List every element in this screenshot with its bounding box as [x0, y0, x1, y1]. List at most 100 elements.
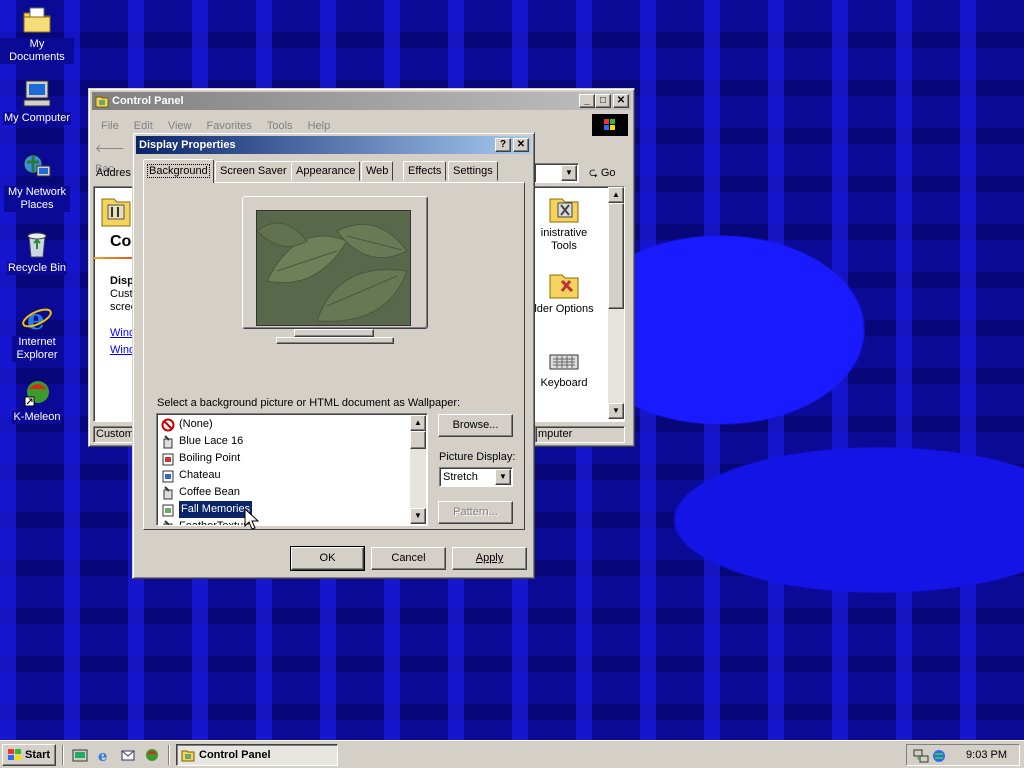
tab-appearance[interactable]: Appearance: [291, 161, 361, 181]
display-tray-icon[interactable]: [931, 748, 947, 764]
minimize-button[interactable]: _: [579, 94, 595, 108]
recycle-bin-icon: [21, 228, 53, 260]
windows-flag-icon: [7, 748, 23, 762]
clock: 9:03 PM: [966, 749, 1007, 761]
keyboard-icon: [548, 343, 580, 375]
computer-icon: [21, 78, 53, 110]
selected-wallpaper: Fall Memories: [177, 500, 254, 519]
monitor-preview: [242, 196, 428, 346]
display-properties-title: Display Properties: [139, 139, 236, 151]
display-properties-titlebar[interactable]: Display Properties ? ✕: [136, 136, 531, 154]
tasks-separator: [168, 745, 170, 765]
tab-effects[interactable]: Effects: [403, 161, 447, 181]
wallpaper-list-label: Select a background picture or HTML docu…: [157, 397, 461, 409]
desktop-icon-my-documents[interactable]: My Documents: [0, 4, 74, 64]
list-scroll-thumb[interactable]: [410, 431, 426, 449]
paint-image-icon: [161, 503, 175, 517]
heading-divider: [94, 257, 136, 259]
scroll-up-button[interactable]: ▲: [608, 187, 624, 203]
taskbar: Start e Control Panel 9:03 PM: [0, 740, 1024, 768]
help-button[interactable]: ?: [495, 138, 511, 152]
desktop-icon-k-meleon[interactable]: K-Meleon: [0, 377, 74, 424]
tab-background[interactable]: Background: [143, 159, 214, 183]
go-arrow-icon: ⮎: [589, 167, 598, 179]
k-meleon-icon: [21, 377, 53, 409]
administrative-tools-icon: [548, 193, 580, 225]
list-scroll-down-button[interactable]: ▼: [410, 508, 426, 524]
list-scrollbar[interactable]: ▲ ▼: [410, 415, 426, 524]
taskbar-control-panel-button[interactable]: Control Panel: [176, 744, 338, 766]
folder-options-item[interactable]: lder Options: [534, 269, 594, 316]
picture-display-label: Picture Display:: [439, 451, 516, 463]
pattern-button[interactable]: Pattern...: [438, 501, 513, 524]
folder-options-label: lder Options: [534, 303, 594, 315]
wallpaper-item-feathertexture[interactable]: FeatherTexture: [157, 518, 409, 525]
wallpaper-item-none[interactable]: (None): [157, 416, 409, 433]
go-button[interactable]: ⮎ Go: [589, 163, 629, 183]
cancel-button[interactable]: Cancel: [371, 547, 446, 570]
scroll-down-button[interactable]: ▼: [608, 403, 624, 419]
show-desktop-icon[interactable]: [72, 747, 88, 763]
tab-settings[interactable]: Settings: [448, 161, 498, 181]
folder-documents-icon: [21, 4, 53, 36]
wallpaper-item-chateau[interactable]: Chateau: [157, 467, 409, 484]
background-tab-page: Select a background picture or HTML docu…: [143, 182, 525, 530]
chevron-down-icon[interactable]: ▼: [495, 469, 511, 485]
maximize-button[interactable]: □: [595, 94, 611, 108]
tab-screen-saver[interactable]: Screen Saver: [215, 161, 292, 181]
paint-bucket-icon: [161, 434, 175, 449]
keyboard-label: Keyboard: [540, 377, 588, 389]
fall-memories-leaves-image: [257, 211, 410, 325]
desktop-icon-my-computer[interactable]: My Computer: [0, 78, 74, 125]
quick-launch-separator: [62, 745, 64, 765]
close-button[interactable]: ✕: [513, 138, 529, 152]
address-dropdown-button[interactable]: ▼: [561, 165, 577, 181]
keyboard-item[interactable]: Keyboard: [534, 343, 594, 390]
system-tray: 9:03 PM: [906, 744, 1020, 766]
outlook-express-icon[interactable]: [120, 747, 136, 763]
control-panel-icon: [95, 94, 109, 108]
address-input[interactable]: ▼: [534, 163, 579, 183]
wallpaper-item-blue-lace-16[interactable]: Blue Lace 16: [157, 433, 409, 450]
svg-text:e: e: [27, 303, 45, 334]
network-tray-icon[interactable]: [913, 748, 929, 764]
wallpaper-preview: [256, 210, 411, 326]
control-panel-icon: [181, 748, 195, 762]
internet-explorer-icon[interactable]: e: [96, 747, 112, 765]
tab-strip: Background Screen Saver Appearance Web E…: [143, 159, 523, 183]
scroll-thumb[interactable]: [608, 203, 624, 309]
desktop-icon-recycle-bin[interactable]: Recycle Bin: [0, 228, 74, 275]
administrative-tools-item[interactable]: inistrative Tools: [534, 193, 594, 253]
browse-button[interactable]: Browse...: [438, 414, 513, 437]
folder-options-icon: [548, 269, 580, 301]
content-scrollbar[interactable]: ▲ ▼: [608, 187, 624, 419]
wallpaper-listbox[interactable]: (None) Blue Lace 16 Boiling Point Chatea…: [156, 413, 428, 526]
paint-bucket-icon: [161, 519, 175, 525]
display-properties-dialog: Display Properties ? ✕ Background Screen…: [132, 132, 535, 579]
wallpaper-item-coffee-bean[interactable]: Coffee Bean: [157, 484, 409, 501]
status-right: mputer: [535, 426, 625, 443]
address-label: Addres: [96, 167, 131, 179]
desktop-icon-internet-explorer[interactable]: e Internet Explorer: [0, 302, 74, 362]
picture-display-select[interactable]: Stretch ▼: [439, 467, 513, 487]
wallpaper-item-fall-memories[interactable]: Fall Memories: [157, 500, 409, 519]
list-scroll-up-button[interactable]: ▲: [410, 415, 426, 431]
close-button[interactable]: ✕: [613, 94, 629, 108]
menu-file[interactable]: File: [95, 117, 125, 135]
desktop-icon-my-network-places[interactable]: My Network Places: [0, 152, 74, 212]
control-panel-folder-icon: [100, 193, 132, 231]
tab-web[interactable]: Web: [361, 161, 394, 181]
paint-image-icon: [161, 452, 175, 466]
back-arrow-icon: 🡐: [95, 143, 125, 155]
windows-logo-icon: [592, 114, 628, 136]
back-button[interactable]: 🡐 Bac: [95, 139, 135, 175]
k-meleon-icon[interactable]: [144, 747, 160, 763]
ok-button[interactable]: OK: [290, 546, 365, 571]
wallpaper-item-boiling-point[interactable]: Boiling Point: [157, 450, 409, 467]
network-icon: [21, 152, 53, 184]
monitor-stand: [276, 337, 394, 344]
paint-bucket-icon: [161, 485, 175, 500]
apply-button[interactable]: Apply: [452, 547, 527, 570]
start-button[interactable]: Start: [2, 744, 56, 766]
control-panel-titlebar[interactable]: Control Panel _ □ ✕: [92, 92, 631, 110]
